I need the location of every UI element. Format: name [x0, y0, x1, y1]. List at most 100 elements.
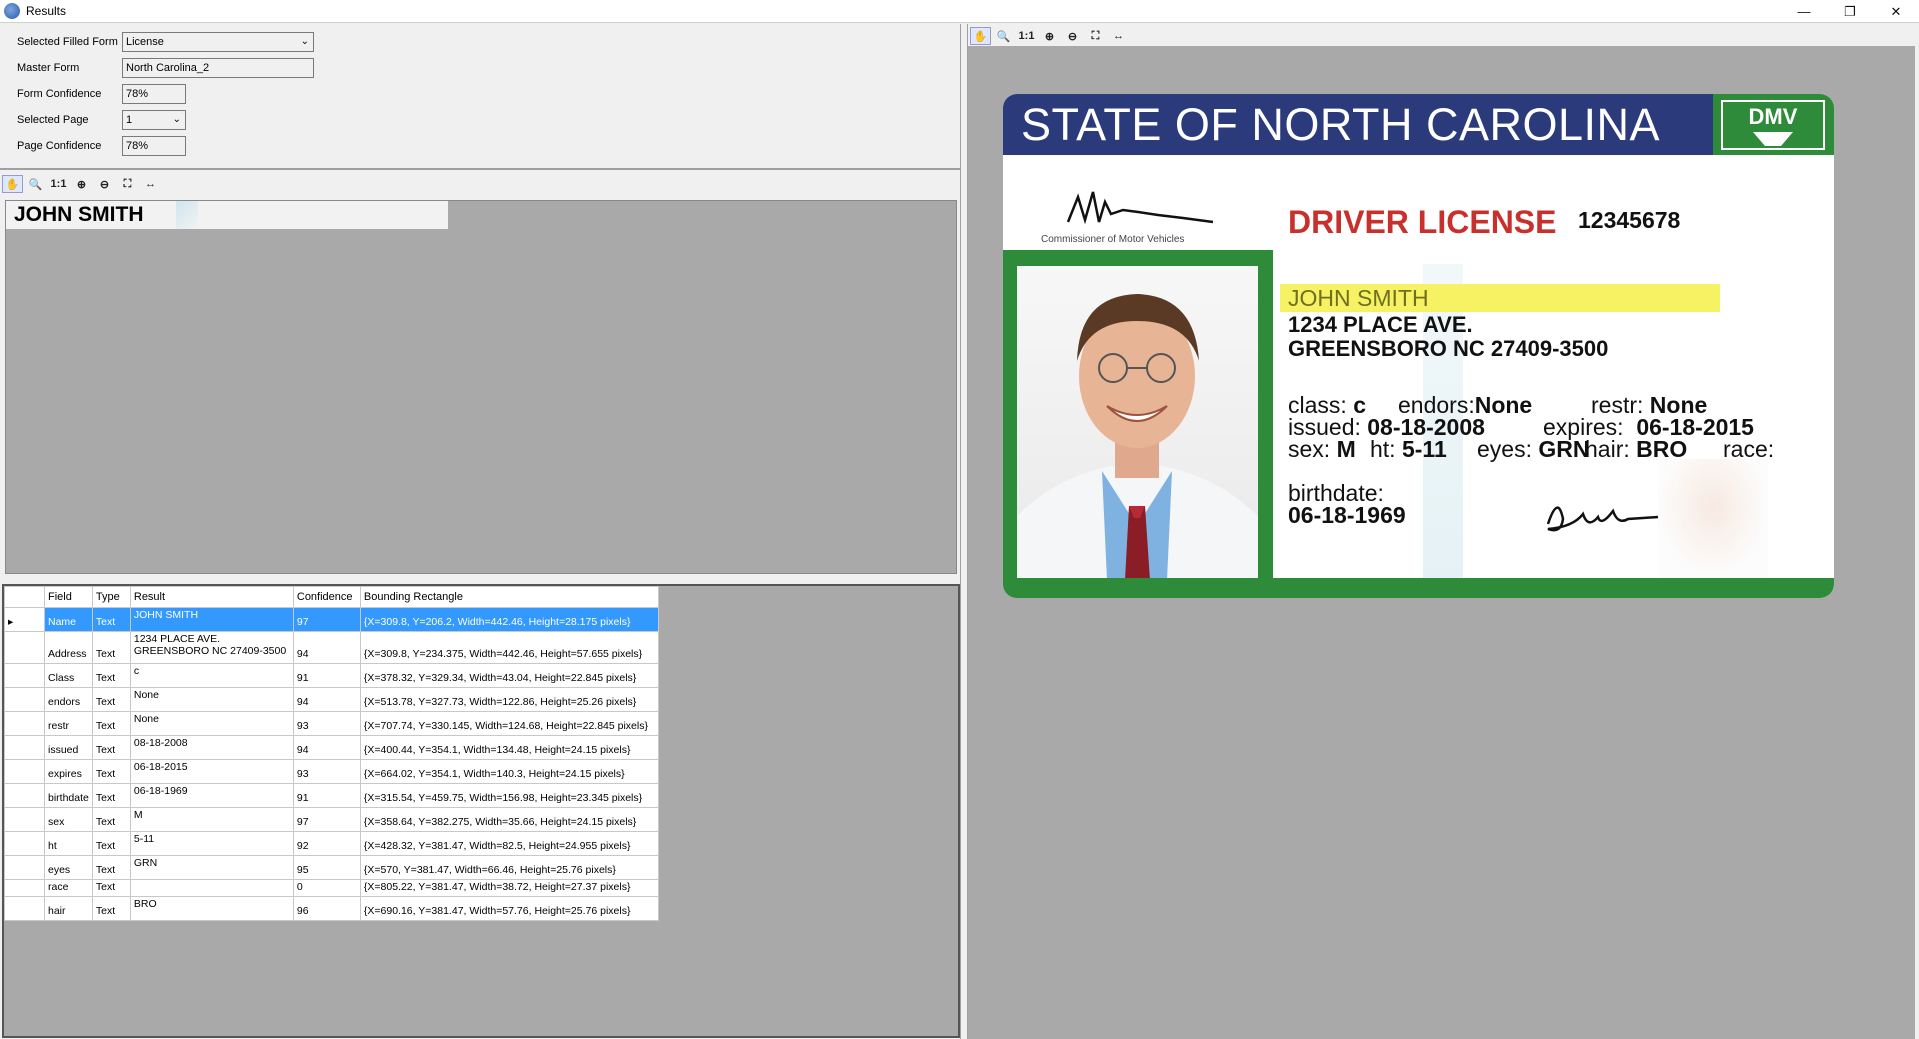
- type-cell[interactable]: Text: [91, 663, 131, 688]
- table-row[interactable]: expires Text 06-18-2015 93 {X=664.02, Y=354.…: [4, 759, 659, 784]
- column-header-type[interactable]: Type: [91, 586, 131, 608]
- close-button[interactable]: ✕: [1873, 0, 1919, 23]
- minimize-button[interactable]: —: [1781, 0, 1827, 23]
- zoom-in-icon[interactable]: ⊕: [71, 175, 92, 193]
- document-scrollbar[interactable]: [1915, 46, 1919, 1039]
- maximize-button[interactable]: ❐: [1827, 0, 1873, 23]
- row-header-cell[interactable]: [4, 855, 45, 880]
- field-cell[interactable]: issued: [44, 735, 93, 760]
- bounding-rectangle-cell[interactable]: {X=378.32, Y=329.34, Width=43.04, Height…: [359, 663, 659, 688]
- field-cell[interactable]: Address: [44, 631, 93, 664]
- field-cell[interactable]: endors: [44, 687, 93, 712]
- confidence-cell[interactable]: 97: [292, 807, 361, 832]
- table-row[interactable]: eyes Text GRN 95 {X=570, Y=381.47, Width=66.…: [4, 855, 659, 880]
- result-cell[interactable]: 5-11: [129, 831, 294, 856]
- fit-width-icon[interactable]: ↔: [1108, 27, 1129, 45]
- table-row[interactable]: hair Text BRO 96 {X=690.16, Y=381.47, Width=…: [4, 896, 659, 921]
- result-cell[interactable]: 1234 PLACE AVE. GREENSBORO NC 27409-3500: [129, 631, 294, 664]
- row-header-cell[interactable]: [4, 759, 45, 784]
- result-cell[interactable]: BRO: [129, 896, 294, 921]
- bounding-rectangle-cell[interactable]: {X=805.22, Y=381.47, Width=38.72, Height…: [359, 879, 659, 897]
- row-header-cell[interactable]: [4, 711, 45, 736]
- document-viewer[interactable]: STATE OF NORTH CAROLINA DMV Commissioner…: [968, 46, 1919, 1039]
- result-cell[interactable]: 06-18-1969: [129, 783, 294, 808]
- page-confidence-field[interactable]: 78%: [122, 136, 186, 156]
- pan-hand-icon[interactable]: ✋: [2, 175, 23, 193]
- field-cell[interactable]: race: [44, 879, 93, 897]
- confidence-cell[interactable]: 91: [292, 663, 361, 688]
- vertical-splitter[interactable]: [960, 24, 968, 1039]
- result-cell[interactable]: 08-18-2008: [129, 735, 294, 760]
- confidence-cell[interactable]: 95: [292, 855, 361, 880]
- row-header-cell[interactable]: ▸: [4, 607, 45, 632]
- bounding-rectangle-cell[interactable]: {X=400.44, Y=354.1, Width=134.48, Height…: [359, 735, 659, 760]
- zoom-in-icon[interactable]: ⊕: [1039, 27, 1060, 45]
- table-row[interactable]: Address Text 1234 PLACE AVE. GREENSBORO NC…: [4, 631, 659, 664]
- row-header-cell[interactable]: [4, 783, 45, 808]
- table-row[interactable]: ht Text 5-11 92 {X=428.32, Y=381.47, Width=8…: [4, 831, 659, 856]
- fit-width-icon[interactable]: ↔: [140, 175, 161, 193]
- confidence-cell[interactable]: 94: [292, 631, 361, 664]
- confidence-cell[interactable]: 93: [292, 711, 361, 736]
- confidence-cell[interactable]: 92: [292, 831, 361, 856]
- field-cell[interactable]: Name: [44, 607, 93, 632]
- type-cell[interactable]: Text: [91, 807, 131, 832]
- row-header-cell[interactable]: [4, 807, 45, 832]
- result-cell[interactable]: None: [129, 687, 294, 712]
- bounding-rectangle-cell[interactable]: {X=309.8, Y=206.2, Width=442.46, Height=…: [359, 607, 659, 632]
- type-cell[interactable]: Text: [91, 855, 131, 880]
- row-header-cell[interactable]: [4, 735, 45, 760]
- confidence-cell[interactable]: 93: [292, 759, 361, 784]
- bounding-rectangle-cell[interactable]: {X=358.64, Y=382.275, Width=35.66, Heigh…: [359, 807, 659, 832]
- field-cell[interactable]: hair: [44, 896, 93, 921]
- field-cell[interactable]: Class: [44, 663, 93, 688]
- bounding-rectangle-cell[interactable]: {X=428.32, Y=381.47, Width=82.5, Height=…: [359, 831, 659, 856]
- row-header-cell[interactable]: [4, 879, 45, 897]
- field-cell[interactable]: sex: [44, 807, 93, 832]
- bounding-rectangle-cell[interactable]: {X=309.8, Y=234.375, Width=442.46, Heigh…: [359, 631, 659, 664]
- confidence-cell[interactable]: 97: [292, 607, 361, 632]
- row-header-cell[interactable]: [4, 663, 45, 688]
- column-header-bounding-rectangle[interactable]: Bounding Rectangle: [359, 586, 659, 608]
- type-cell[interactable]: Text: [91, 759, 131, 784]
- table-row[interactable]: birthdate Text 06-18-1969 91 {X=315.54, Y=45…: [4, 783, 659, 808]
- table-row[interactable]: sex Text M 97 {X=358.64, Y=382.275, Width=35…: [4, 807, 659, 832]
- type-cell[interactable]: Text: [91, 631, 131, 664]
- table-row[interactable]: issued Text 08-18-2008 94 {X=400.44, Y=354.1…: [4, 735, 659, 760]
- type-cell[interactable]: Text: [91, 735, 131, 760]
- type-cell[interactable]: Text: [91, 711, 131, 736]
- result-cell[interactable]: 06-18-2015: [129, 759, 294, 784]
- confidence-cell[interactable]: 96: [292, 896, 361, 921]
- zoom-window-icon[interactable]: 🔍: [993, 27, 1014, 45]
- master-form-field[interactable]: North Carolina_2: [122, 58, 314, 78]
- fit-page-icon[interactable]: ⛶: [1085, 27, 1106, 45]
- field-cell[interactable]: expires: [44, 759, 93, 784]
- table-row[interactable]: restr Text None 93 {X=707.74, Y=330.145, Wid…: [4, 711, 659, 736]
- row-header-cell[interactable]: [4, 831, 45, 856]
- column-header-field[interactable]: Field: [44, 586, 93, 608]
- result-cell[interactable]: None: [129, 711, 294, 736]
- fit-page-icon[interactable]: ⛶: [117, 175, 138, 193]
- row-header-cell[interactable]: [4, 631, 45, 664]
- bounding-rectangle-cell[interactable]: {X=664.02, Y=354.1, Width=140.3, Height=…: [359, 759, 659, 784]
- field-cell[interactable]: restr: [44, 711, 93, 736]
- result-cell[interactable]: [129, 879, 294, 897]
- confidence-cell[interactable]: 94: [292, 735, 361, 760]
- pan-hand-icon[interactable]: ✋: [970, 27, 991, 45]
- column-header-result[interactable]: Result: [129, 586, 294, 608]
- type-cell[interactable]: Text: [91, 896, 131, 921]
- selected-filled-form-dropdown[interactable]: License ⌄: [122, 32, 314, 52]
- type-cell[interactable]: Text: [91, 687, 131, 712]
- table-row[interactable]: endors Text None 94 {X=513.78, Y=327.73, Wid…: [4, 687, 659, 712]
- type-cell[interactable]: Text: [91, 879, 131, 897]
- actual-size-icon[interactable]: 1:1: [48, 175, 69, 193]
- type-cell[interactable]: Text: [91, 831, 131, 856]
- bounding-rectangle-cell[interactable]: {X=707.74, Y=330.145, Width=124.68, Heig…: [359, 711, 659, 736]
- zoom-out-icon[interactable]: ⊖: [1062, 27, 1083, 45]
- type-cell[interactable]: Text: [91, 783, 131, 808]
- type-cell[interactable]: Text: [91, 607, 131, 632]
- row-header-cell[interactable]: [4, 896, 45, 921]
- actual-size-icon[interactable]: 1:1: [1016, 27, 1037, 45]
- confidence-cell[interactable]: 94: [292, 687, 361, 712]
- bounding-rectangle-cell[interactable]: {X=690.16, Y=381.47, Width=57.76, Height…: [359, 896, 659, 921]
